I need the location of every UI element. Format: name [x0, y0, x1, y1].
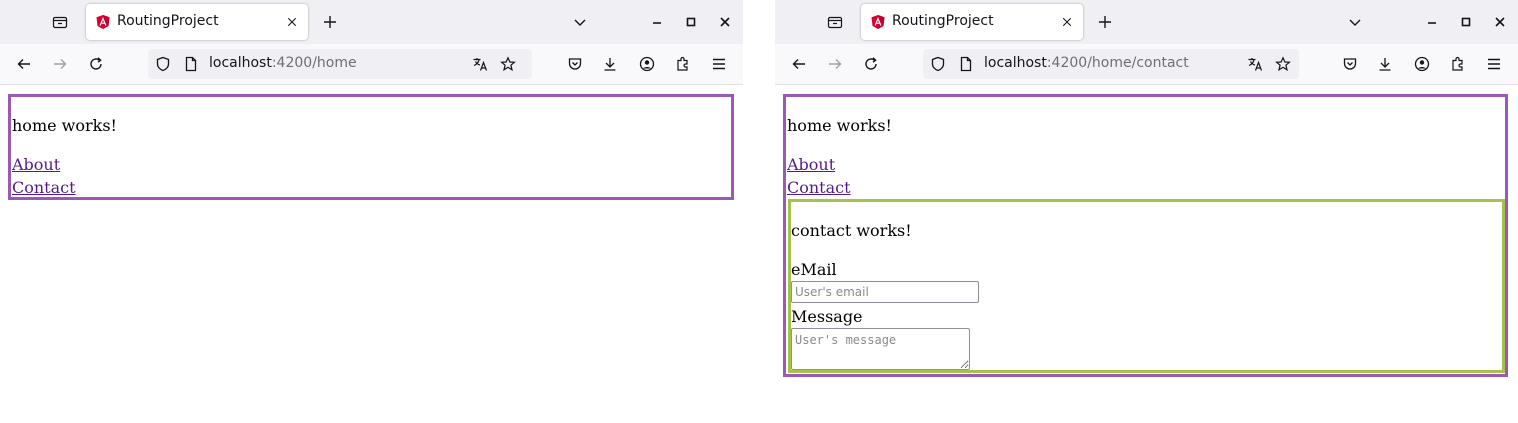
url-host: localhost: [984, 55, 1047, 71]
about-link[interactable]: About: [12, 155, 60, 174]
forward-arrow-icon[interactable]: [46, 50, 74, 78]
star-icon[interactable]: [1269, 50, 1297, 78]
download-icon[interactable]: [596, 50, 624, 78]
home-component: home works! About Contact contact works!…: [783, 94, 1508, 377]
message-label: Message: [791, 307, 863, 326]
tab-routing-project[interactable]: RoutingProject: [86, 4, 308, 40]
tab-title: RoutingProject: [892, 13, 994, 29]
back-arrow-icon[interactable]: [785, 50, 813, 78]
tab-routing-project[interactable]: RoutingProject: [861, 4, 1083, 40]
url-text[interactable]: localhost:4200/home/contact: [984, 55, 1189, 71]
plus-icon[interactable]: [316, 8, 344, 36]
account-icon[interactable]: [1408, 50, 1436, 78]
minimize-icon[interactable]: [643, 8, 671, 36]
url-bar[interactable]: localhost:4200/home/contact: [923, 49, 1299, 79]
browser-window-contact: RoutingProject localhost:4200/home/conta…: [775, 0, 1518, 423]
tab-title: RoutingProject: [117, 13, 219, 29]
pocket-icon[interactable]: [561, 50, 589, 78]
plus-icon[interactable]: [1091, 8, 1119, 36]
close-icon[interactable]: [282, 12, 302, 32]
chevron-down-icon[interactable]: [566, 8, 594, 36]
page-content: home works! About Contact: [0, 85, 743, 423]
close-window-icon[interactable]: [1486, 8, 1514, 36]
page-icon[interactable]: [952, 50, 980, 78]
url-path: :4200/home: [271, 55, 357, 71]
angular-logo-icon: [870, 14, 886, 30]
tab-bar: RoutingProject: [775, 0, 1518, 44]
home-heading: home works!: [12, 116, 117, 135]
url-bar[interactable]: localhost:4200/home: [148, 49, 532, 79]
url-path: :4200/home/contact: [1046, 55, 1189, 71]
page-content: home works! About Contact contact works!…: [775, 85, 1518, 423]
hamburger-menu-icon[interactable]: [1480, 50, 1508, 78]
download-icon[interactable]: [1371, 50, 1399, 78]
back-arrow-icon[interactable]: [10, 50, 38, 78]
tab-list-icon[interactable]: [46, 8, 74, 36]
extensions-icon[interactable]: [1444, 50, 1472, 78]
tab-bar: RoutingProject: [0, 0, 743, 44]
about-link[interactable]: About: [787, 155, 835, 174]
browser-window-home: RoutingProject localhost:4200/home home …: [0, 0, 743, 423]
shield-icon[interactable]: [924, 50, 952, 78]
url-text[interactable]: localhost:4200/home: [209, 55, 357, 71]
home-component: home works! About Contact: [8, 94, 734, 200]
tab-list-icon[interactable]: [821, 8, 849, 36]
pocket-icon[interactable]: [1336, 50, 1364, 78]
star-icon[interactable]: [494, 50, 522, 78]
shield-icon[interactable]: [149, 50, 177, 78]
reload-icon[interactable]: [857, 50, 885, 78]
contact-component: contact works! eMail Message: [788, 199, 1505, 373]
chevron-down-icon[interactable]: [1341, 8, 1369, 36]
url-host: localhost: [209, 55, 272, 71]
minimize-icon[interactable]: [1418, 8, 1446, 36]
forward-arrow-icon[interactable]: [821, 50, 849, 78]
translate-icon[interactable]: [466, 50, 494, 78]
message-field[interactable]: [791, 328, 970, 370]
email-field[interactable]: [791, 281, 979, 303]
reload-icon[interactable]: [82, 50, 110, 78]
contact-link[interactable]: Contact: [787, 178, 851, 197]
home-heading: home works!: [787, 116, 892, 135]
page-icon[interactable]: [177, 50, 205, 78]
contact-heading: contact works!: [791, 221, 912, 240]
close-window-icon[interactable]: [711, 8, 739, 36]
hamburger-menu-icon[interactable]: [705, 50, 733, 78]
account-icon[interactable]: [633, 50, 661, 78]
maximize-icon[interactable]: [677, 8, 705, 36]
close-icon[interactable]: [1057, 12, 1077, 32]
angular-logo-icon: [95, 14, 111, 30]
translate-icon[interactable]: [1241, 50, 1269, 78]
maximize-icon[interactable]: [1452, 8, 1480, 36]
contact-link[interactable]: Contact: [12, 178, 76, 197]
email-label: eMail: [791, 260, 837, 279]
extensions-icon[interactable]: [669, 50, 697, 78]
